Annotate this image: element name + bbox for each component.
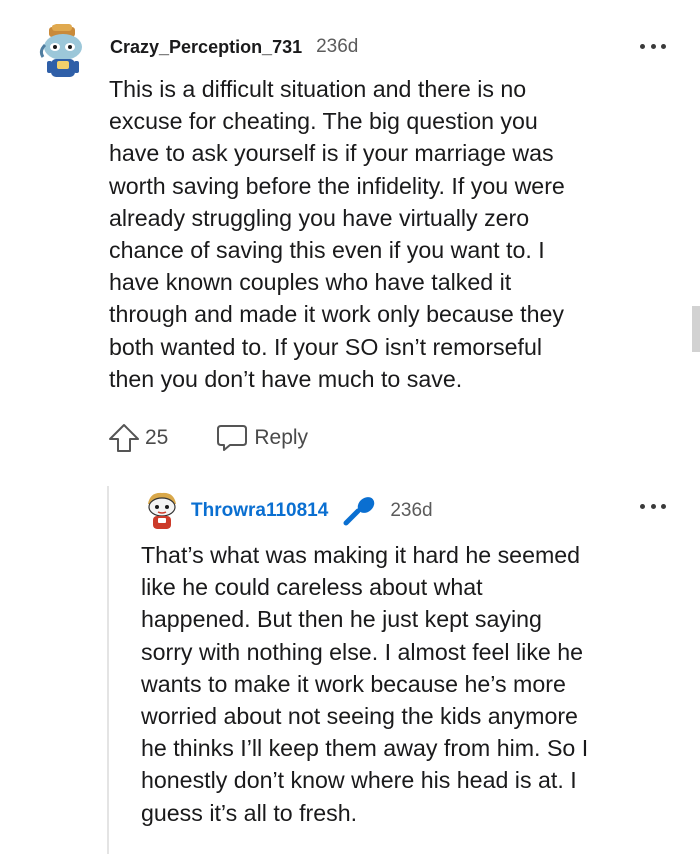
snoo-avatar-icon: [37, 23, 89, 79]
reply-line: he thinks I’ll keep them away from him. …: [141, 735, 589, 762]
speech-bubble-icon: [217, 425, 248, 451]
reply-avatar[interactable]: [144, 490, 180, 530]
reply-timestamp: 236d: [390, 500, 433, 521]
scrollbar[interactable]: [692, 306, 700, 352]
reply-button[interactable]: Reply: [216, 423, 308, 453]
more-options-icon[interactable]: [640, 44, 666, 52]
reply-username[interactable]: Throwra110814: [191, 500, 328, 522]
comment-body: This is a difficult situation and there …: [109, 73, 565, 395]
comment-line: both wanted to. If your SO isn’t remorse…: [109, 333, 543, 360]
microphone-icon: [342, 496, 376, 526]
thread-line[interactable]: [107, 486, 109, 854]
upvote-button[interactable]: 25: [107, 422, 168, 454]
comment-line: excuse for cheating. The big question yo…: [109, 108, 538, 135]
comment-header: Crazy_Perception_731 236d: [110, 36, 358, 58]
reply-label: Reply: [254, 426, 309, 449]
reply-line: That’s what was making it hard he seemed: [141, 542, 581, 568]
vote-count: 25: [145, 426, 169, 449]
comment-timestamp: 236d: [316, 36, 359, 57]
more-options-icon[interactable]: [640, 504, 666, 512]
reply-line: sorry with nothing else. I almost feel l…: [141, 638, 584, 665]
comment-line: chance of saving this even if you want t…: [109, 237, 545, 264]
comment-avatar[interactable]: [37, 23, 89, 79]
snoo-avatar-icon: [144, 490, 180, 530]
comment-line: have to ask yourself is if your marriage…: [109, 140, 554, 167]
reply-line: wants to make it work because he’s more: [141, 670, 566, 697]
reply-line: honestly don’t know where his head is at…: [141, 767, 577, 794]
comment-line: have known couples who have talked it: [109, 269, 512, 296]
comment-line: This is a difficult situation and there …: [109, 76, 527, 102]
reply-header: Throwra110814 236d: [191, 496, 433, 526]
comment-username[interactable]: Crazy_Perception_731: [110, 37, 302, 58]
reply-line: guess it’s all to fresh.: [141, 799, 358, 826]
comment-line: through and made it work only because th…: [109, 301, 565, 328]
reply-line: like he could careless about what: [141, 574, 483, 601]
reply-line: happened. But then he just kept saying: [141, 606, 542, 633]
comment-line: worth saving before the infidelity. If y…: [109, 172, 565, 199]
comment-line: then you don’t have much to save.: [109, 365, 463, 392]
upvote-arrow-icon: [109, 424, 139, 452]
comment-line: already struggling you have virtually ze…: [109, 204, 530, 231]
comment-actions: 25 Reply: [107, 422, 308, 454]
reply-body: That’s what was making it hard he seemed…: [141, 539, 588, 829]
reply-line: worried about not seeing the kids anymor…: [141, 703, 578, 730]
